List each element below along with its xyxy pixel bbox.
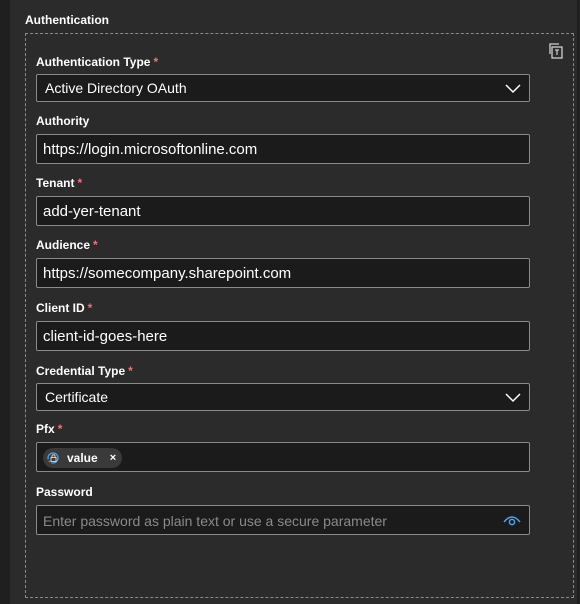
authority-label: Authority xyxy=(36,114,89,128)
credential-type-label-text: Credential Type xyxy=(36,364,126,378)
left-rail xyxy=(0,0,10,604)
auth-type-label-text: Authentication Type xyxy=(36,55,151,69)
auth-type-value: Active Directory OAuth xyxy=(45,80,187,96)
tenant-value: add-yer-tenant xyxy=(43,203,141,220)
chevron-down-icon xyxy=(505,84,521,94)
parameter-lock-icon xyxy=(47,452,59,464)
auth-type-label: Authentication Type * xyxy=(36,55,158,69)
tenant-input[interactable]: add-yer-tenant xyxy=(36,196,530,226)
authority-input[interactable]: https://login.microsoftonline.com xyxy=(36,134,530,164)
password-placeholder: Enter password as plain text or use a se… xyxy=(43,513,387,529)
copy-icon[interactable] xyxy=(547,42,565,60)
client-id-value: client-id-goes-here xyxy=(43,328,168,345)
tenant-label: Tenant * xyxy=(36,176,82,190)
section-title: Authentication xyxy=(25,13,109,27)
required-mark: * xyxy=(87,301,93,315)
password-label: Password xyxy=(36,485,93,499)
remove-token-button[interactable]: × xyxy=(110,448,116,468)
required-mark: * xyxy=(128,364,133,378)
auth-type-select[interactable]: Active Directory OAuth xyxy=(36,74,530,102)
credential-type-value: Certificate xyxy=(45,389,109,405)
chevron-down-icon xyxy=(505,393,521,403)
required-mark: * xyxy=(77,176,83,190)
client-id-input[interactable]: client-id-goes-here xyxy=(36,321,530,351)
pfx-label: Pfx * xyxy=(36,422,62,436)
parameter-token[interactable]: value × xyxy=(43,448,123,468)
password-input[interactable]: Enter password as plain text or use a se… xyxy=(36,505,530,535)
authority-value: https://login.microsoftonline.com xyxy=(43,141,258,158)
credential-type-select[interactable]: Certificate xyxy=(36,383,530,411)
audience-value: https://somecompany.sharepoint.com xyxy=(43,265,292,282)
required-mark: * xyxy=(153,55,159,69)
audience-label-text: Audience xyxy=(36,238,91,252)
pfx-label-text: Pfx xyxy=(36,422,55,436)
required-mark: * xyxy=(93,238,98,252)
client-id-label: Client ID * xyxy=(36,301,92,315)
required-mark: * xyxy=(57,422,63,436)
password-label-text: Password xyxy=(36,485,93,499)
authority-label-text: Authority xyxy=(36,114,90,128)
tenant-label-text: Tenant xyxy=(36,176,75,190)
pfx-input[interactable]: value × xyxy=(36,442,530,472)
audience-input[interactable]: https://somecompany.sharepoint.com xyxy=(36,258,530,288)
client-id-label-text: Client ID xyxy=(36,301,85,315)
parameter-token-label: value xyxy=(67,451,98,465)
credential-type-label: Credential Type * xyxy=(36,364,133,378)
audience-label: Audience * xyxy=(36,238,98,252)
eye-icon[interactable] xyxy=(503,513,521,527)
